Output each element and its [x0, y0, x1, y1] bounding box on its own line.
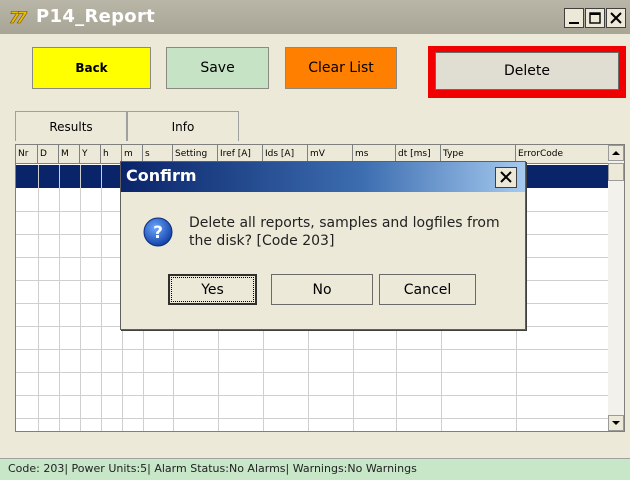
dialog-title: Confirm — [126, 166, 197, 185]
scroll-up-button[interactable] — [608, 145, 624, 161]
grid-line — [16, 372, 610, 373]
grid-line — [80, 165, 81, 431]
close-icon — [500, 171, 512, 183]
svg-text:7: 7 — [16, 8, 28, 27]
column-header[interactable]: Nr — [16, 145, 38, 163]
window-titlebar[interactable]: 7 7 P14_Report — [0, 0, 630, 34]
column-header[interactable]: h — [101, 145, 122, 163]
column-header[interactable]: Y — [80, 145, 101, 163]
minimize-button[interactable] — [564, 8, 584, 28]
grid-line — [16, 349, 610, 350]
tab-results[interactable]: Results — [15, 111, 127, 141]
delete-button[interactable]: Delete — [435, 52, 619, 90]
grid-line — [16, 418, 610, 419]
svg-text:?: ? — [153, 223, 163, 243]
maximize-button[interactable] — [585, 8, 605, 28]
arrow-down-icon — [612, 421, 620, 425]
column-header[interactable]: ErrorCode — [516, 145, 610, 163]
dialog-close-button[interactable] — [495, 167, 517, 188]
column-header[interactable]: D — [38, 145, 59, 163]
app-icon: 7 7 — [9, 8, 28, 27]
status-bar: Code: 203| Power Units:5| Alarm Status:N… — [0, 458, 630, 480]
maximize-icon — [589, 12, 601, 24]
close-icon — [610, 12, 622, 24]
scroll-thumb[interactable] — [608, 163, 624, 181]
tab-info[interactable]: Info — [127, 111, 239, 141]
dialog-message: Delete all reports, samples and logfiles… — [189, 215, 500, 249]
no-button[interactable]: No — [271, 274, 373, 305]
cancel-button[interactable]: Cancel — [379, 274, 476, 305]
grid-line — [101, 165, 102, 431]
yes-button[interactable]: Yes — [168, 274, 257, 305]
question-icon: ? — [143, 217, 173, 247]
vertical-scrollbar[interactable] — [608, 145, 624, 431]
grid-line — [38, 165, 39, 431]
grid-line — [16, 395, 610, 396]
grid-line — [59, 165, 60, 431]
clear-list-button[interactable]: Clear List — [285, 47, 397, 89]
save-button[interactable]: Save — [166, 47, 269, 89]
window-title: P14_Report — [36, 6, 156, 27]
back-button[interactable]: Back — [32, 47, 151, 89]
dialog-titlebar[interactable]: Confirm — [121, 162, 525, 192]
close-button[interactable] — [606, 8, 626, 28]
column-header[interactable]: M — [59, 145, 80, 163]
confirm-dialog: Confirm ? Delete all reports, samples an… — [120, 161, 526, 330]
arrow-up-icon — [612, 151, 620, 155]
scroll-down-button[interactable] — [608, 415, 624, 431]
minimize-icon — [569, 22, 579, 24]
